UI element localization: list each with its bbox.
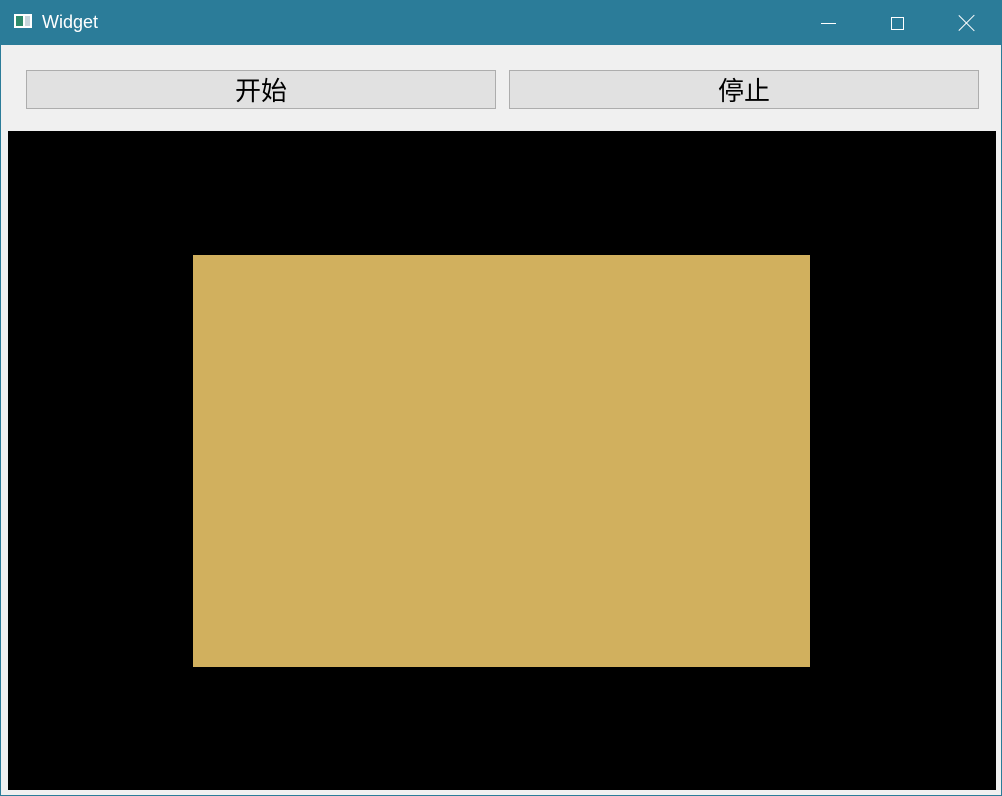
app-icon (14, 14, 32, 28)
close-button[interactable] (932, 1, 1002, 45)
minimize-icon (820, 22, 836, 24)
close-icon (958, 14, 976, 32)
app-window: Widget 开始 停止 (0, 0, 1002, 796)
app-icon-pane-left (16, 16, 23, 26)
title-bar[interactable]: Widget (1, 1, 1001, 45)
animated-rectangle (193, 255, 810, 667)
app-icon-pane-right (25, 16, 30, 26)
minimize-button[interactable] (793, 1, 863, 45)
maximize-button[interactable] (862, 1, 932, 45)
drawing-canvas (8, 131, 996, 790)
stop-button[interactable]: 停止 (509, 70, 979, 109)
start-button[interactable]: 开始 (26, 70, 496, 109)
window-title: Widget (42, 12, 99, 32)
maximize-icon (890, 16, 904, 30)
